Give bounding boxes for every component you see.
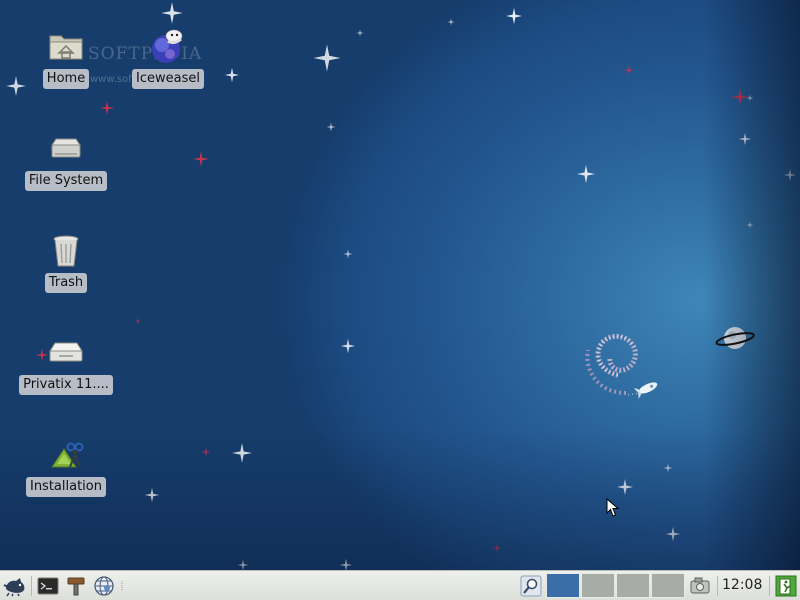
desktop[interactable]: SOFTPEDIA www.softpedia.com Home	[0, 0, 800, 570]
desktop-icon-label: Iceweasel	[132, 69, 204, 89]
screenshot-icon	[690, 577, 710, 594]
desktop-icon-home[interactable]: Home	[16, 27, 116, 89]
workspace-1[interactable]	[546, 573, 580, 598]
terminal-icon	[37, 577, 59, 595]
desktop-icon-privatix[interactable]: Privatix 11....	[16, 333, 116, 395]
hard-drive-icon	[46, 129, 86, 169]
desktop-icon-label: File System	[24, 171, 108, 191]
panel-separator	[769, 576, 770, 596]
screenshot-button[interactable]	[688, 574, 712, 598]
panel-separator	[717, 576, 718, 596]
iceweasel-browser-icon	[148, 27, 188, 67]
xfce-mouse-icon	[3, 578, 25, 597]
settings-launcher[interactable]	[64, 574, 88, 598]
rocket	[633, 382, 658, 399]
web-browser-launcher[interactable]	[92, 574, 116, 598]
panel-handle[interactable]	[119, 574, 125, 598]
terminal-launcher[interactable]	[36, 574, 60, 598]
desktop-icon-label: Home	[42, 69, 90, 89]
trash-icon	[46, 231, 86, 271]
desktop-icon-file-system[interactable]: File System	[16, 129, 116, 191]
logout-button[interactable]	[774, 574, 798, 598]
panel-separator	[31, 576, 32, 596]
logout-icon	[775, 575, 797, 597]
taskbar-panel: 12:08	[0, 570, 800, 600]
debian-swirl	[585, 333, 646, 396]
installation-tools-icon	[46, 435, 86, 475]
mouse-cursor	[606, 498, 620, 517]
desktop-icon-label: Trash	[44, 273, 88, 293]
workspace-4[interactable]	[651, 573, 685, 598]
workspace-3[interactable]	[616, 573, 650, 598]
search-button[interactable]	[519, 574, 543, 598]
panel-clock[interactable]: 12:08	[722, 577, 762, 593]
desktop-icon-iceweasel[interactable]: Iceweasel	[118, 27, 218, 89]
desktop-icon-trash[interactable]: Trash	[16, 231, 116, 293]
settings-tools-icon	[67, 577, 85, 596]
optical-drive-icon	[46, 333, 86, 373]
web-browser-icon	[94, 576, 114, 596]
planet	[715, 327, 755, 349]
search-icon	[520, 575, 542, 597]
desktop-icon-label: Privatix 11....	[19, 375, 113, 395]
applications-menu-button[interactable]	[2, 574, 28, 598]
desktop-icon-installation[interactable]: Installation	[16, 435, 116, 497]
workspace-2[interactable]	[581, 573, 615, 598]
home-folder-icon	[46, 27, 86, 67]
desktop-icon-label: Installation	[25, 477, 106, 497]
